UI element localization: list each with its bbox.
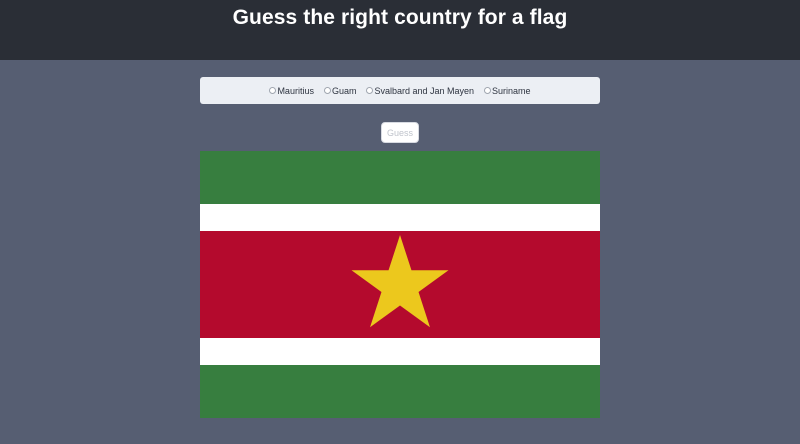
option-label: Suriname [492, 85, 531, 96]
answer-options: Mauritius Guam Svalbard and Jan Mayen Su… [200, 77, 600, 104]
option-label: Svalbard and Jan Mayen [374, 85, 475, 96]
header-bar: Guess the right country for a flag [0, 0, 800, 60]
option-guam[interactable]: Guam [323, 85, 357, 96]
option-label: Guam [331, 85, 357, 96]
option-svalbard-and-jan-mayen[interactable]: Svalbard and Jan Mayen [366, 86, 474, 96]
flag-svg [200, 151, 600, 418]
flag-green-stripe-top [200, 151, 600, 204]
flag-white-stripe-bottom [200, 338, 600, 365]
radio-button[interactable] [366, 87, 374, 94]
option-mauritius[interactable]: Mauritius [269, 86, 314, 96]
radio-button[interactable] [323, 87, 331, 94]
page-title: Guess the right country for a flag [232, 6, 568, 29]
guess-button[interactable]: Guess [381, 122, 419, 143]
option-label: Mauritius [277, 85, 314, 96]
flag-white-stripe-top [200, 204, 600, 231]
radio-button[interactable] [484, 87, 492, 94]
flag-image [200, 151, 600, 418]
option-suriname[interactable]: Suriname [484, 86, 531, 96]
flag-green-stripe-bottom [200, 365, 600, 418]
radio-button[interactable] [269, 87, 277, 94]
